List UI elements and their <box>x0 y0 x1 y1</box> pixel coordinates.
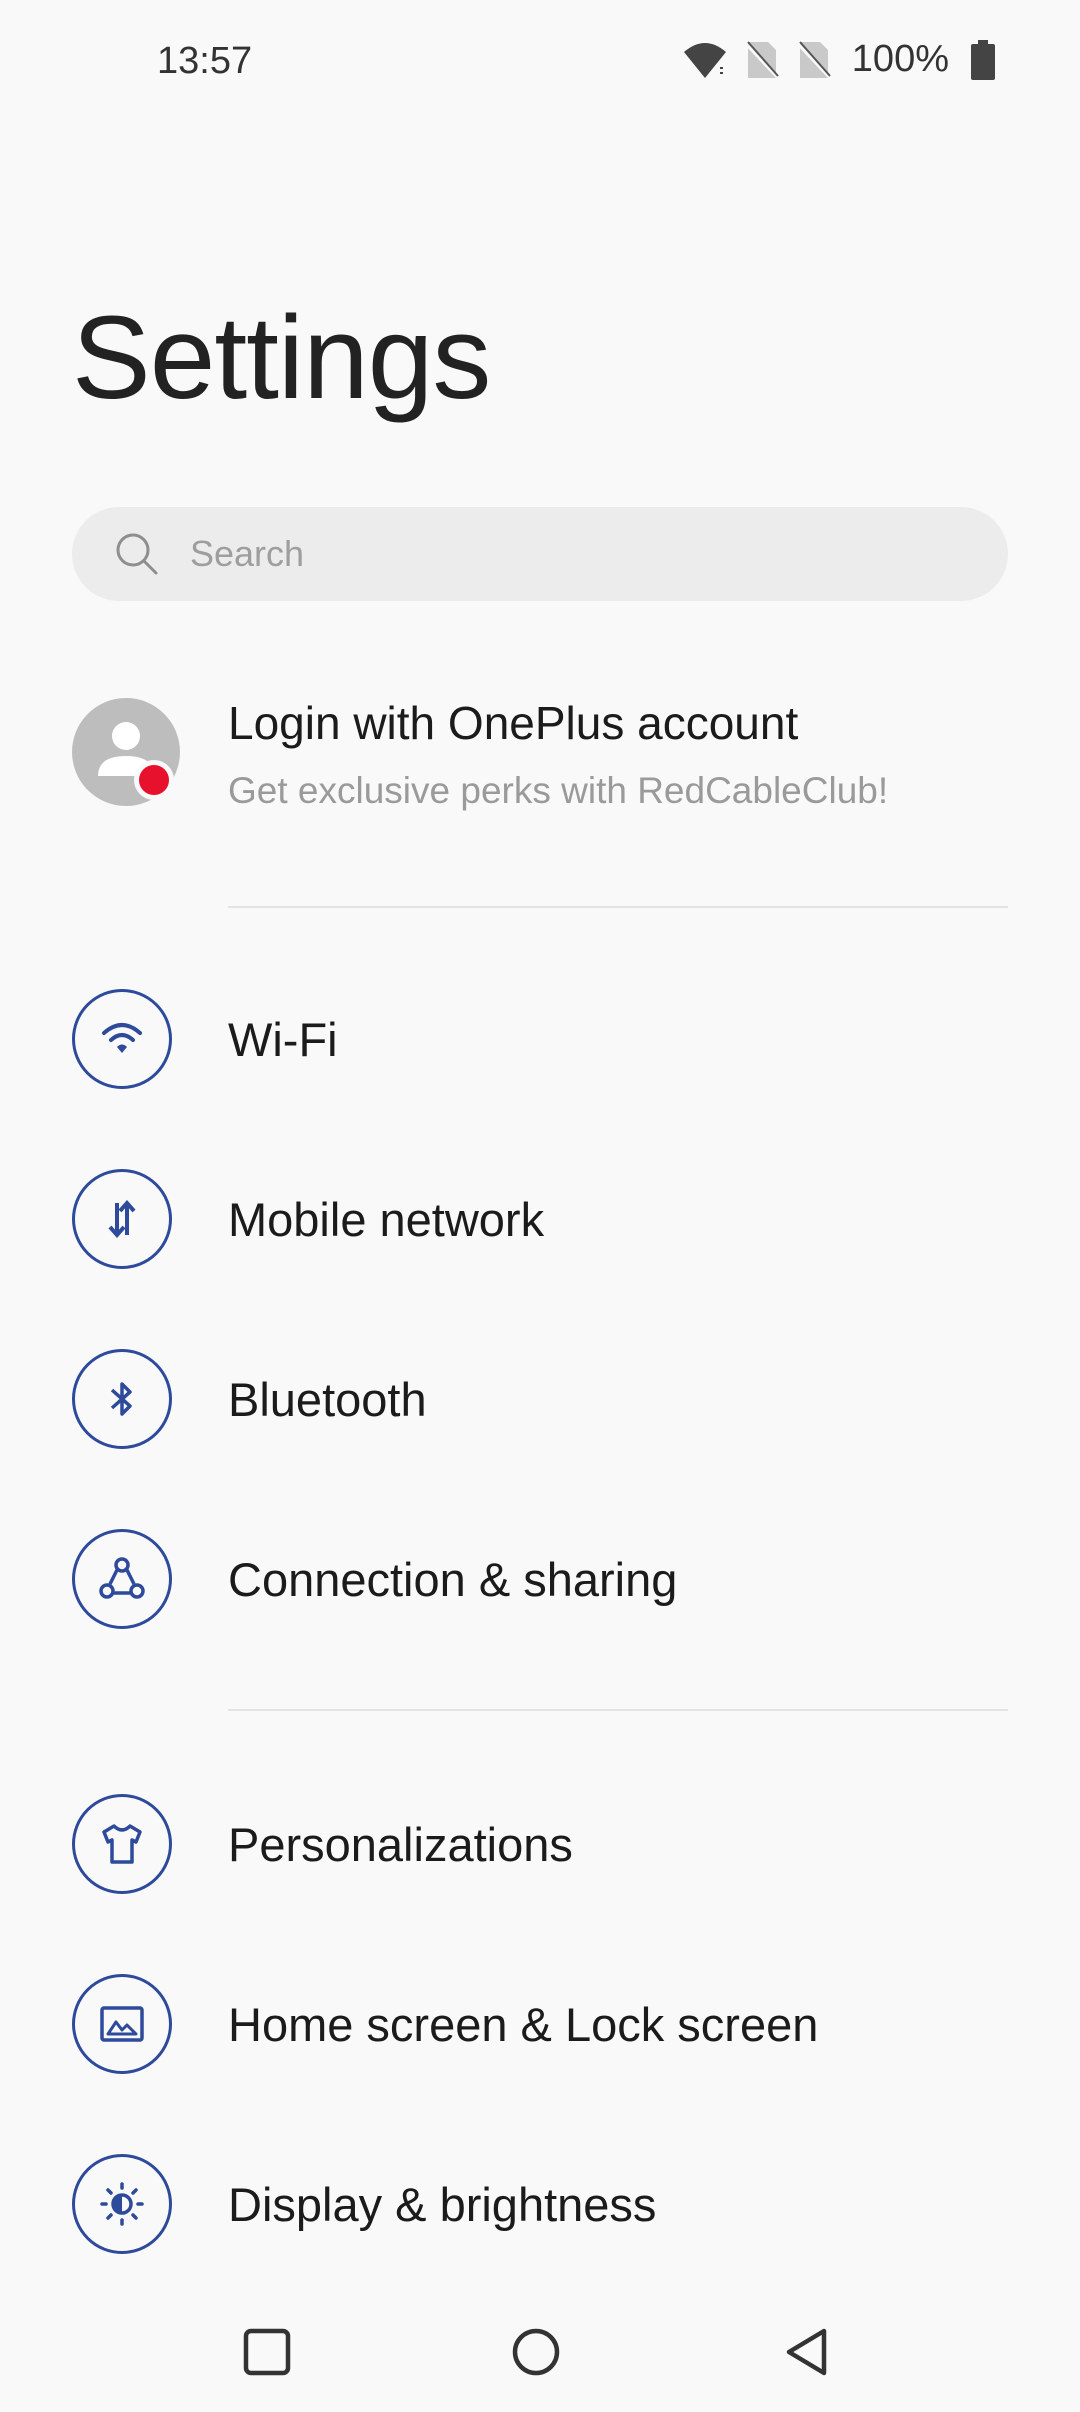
mobile-data-icon <box>72 1169 172 1269</box>
status-bar: 13:57 100% <box>0 0 1080 130</box>
setting-item-connection-sharing[interactable]: Connection & sharing <box>72 1519 1008 1639</box>
battery-percentage: 100% <box>851 38 949 80</box>
setting-label: Mobile network <box>228 1192 545 1246</box>
divider <box>228 1709 1008 1711</box>
search-input[interactable] <box>188 532 892 576</box>
no-sim-icon <box>744 40 780 80</box>
account-subtitle: Get exclusive perks with RedCableClub! <box>228 770 889 811</box>
setting-label: Wi-Fi <box>228 1012 338 1066</box>
setting-item-display-brightness[interactable]: Display & brightness <box>72 2144 1008 2264</box>
back-button[interactable] <box>768 2312 848 2392</box>
recents-button[interactable] <box>227 2312 307 2392</box>
account-title: Login with OnePlus account <box>228 697 799 749</box>
setting-item-bluetooth[interactable]: Bluetooth <box>72 1339 1008 1459</box>
setting-item-home-lock-screen[interactable]: Home screen & Lock screen <box>72 1964 1008 2084</box>
back-icon <box>786 2328 827 2376</box>
setting-label: Display & brightness <box>228 2177 657 2231</box>
search-icon <box>114 531 160 577</box>
connection-sharing-icon <box>72 1529 172 1629</box>
notification-badge <box>134 760 174 800</box>
recents-icon <box>243 2328 291 2376</box>
home-lock-screen-icon <box>72 1974 172 2074</box>
account-login-row[interactable]: Login with OnePlus account Get exclusive… <box>72 690 1008 820</box>
bluetooth-icon <box>72 1349 172 1449</box>
no-sim-icon <box>796 40 832 80</box>
setting-label: Bluetooth <box>228 1372 427 1426</box>
tshirt-icon <box>72 1794 172 1894</box>
status-time: 13:57 <box>157 40 253 82</box>
wifi-icon <box>72 989 172 1089</box>
battery-icon <box>971 39 995 80</box>
page-title: Settings <box>72 292 491 424</box>
setting-label: Home screen & Lock screen <box>228 1997 819 2051</box>
setting-item-personalizations[interactable]: Personalizations <box>72 1784 1008 1904</box>
navigation-bar <box>0 2290 1080 2412</box>
setting-label: Connection & sharing <box>228 1552 678 1606</box>
divider <box>228 906 1008 908</box>
setting-item-wifi[interactable]: Wi-Fi <box>72 979 1008 1099</box>
search-bar[interactable] <box>72 507 1008 601</box>
brightness-icon <box>72 2154 172 2254</box>
setting-item-mobile-network[interactable]: Mobile network <box>72 1159 1008 1279</box>
home-button[interactable] <box>496 2312 576 2392</box>
home-icon <box>512 2328 560 2376</box>
setting-label: Personalizations <box>228 1817 573 1871</box>
wifi-icon <box>682 40 728 80</box>
settings-screen: 13:57 100% Settings Search Login with On… <box>0 0 1080 2412</box>
status-icons: 100% <box>682 38 995 81</box>
